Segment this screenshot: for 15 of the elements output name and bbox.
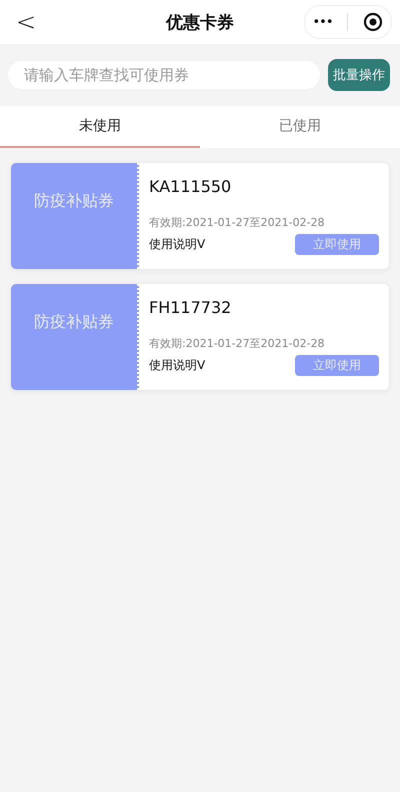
coupon-name: 防疫补贴券 [34, 312, 114, 332]
instructions-link[interactable]: 使用说明V [149, 236, 206, 253]
tab[interactable]: 未使用 [0, 106, 200, 148]
page-title: 优惠卡券 [166, 12, 234, 34]
validity-text: 有效期:2021-01-27至2021-02-28 [149, 336, 326, 351]
tab[interactable]: 已使用 [200, 106, 400, 148]
plate-number: KA111550 [149, 177, 232, 198]
back-button[interactable]: < [10, 8, 42, 36]
plate-number: FH117732 [149, 298, 232, 319]
batch-button[interactable]: 批量操作 [328, 59, 390, 91]
more-button[interactable]: ••• [312, 14, 332, 30]
instructions-link[interactable]: 使用说明V [149, 357, 206, 374]
coupon-name: 防疫补贴券 [34, 190, 114, 212]
validity-text: 有效期:2021-01-27至2021-02-28 [149, 215, 326, 230]
search-field[interactable]: 请输入车牌查找可使用券 [8, 61, 320, 89]
